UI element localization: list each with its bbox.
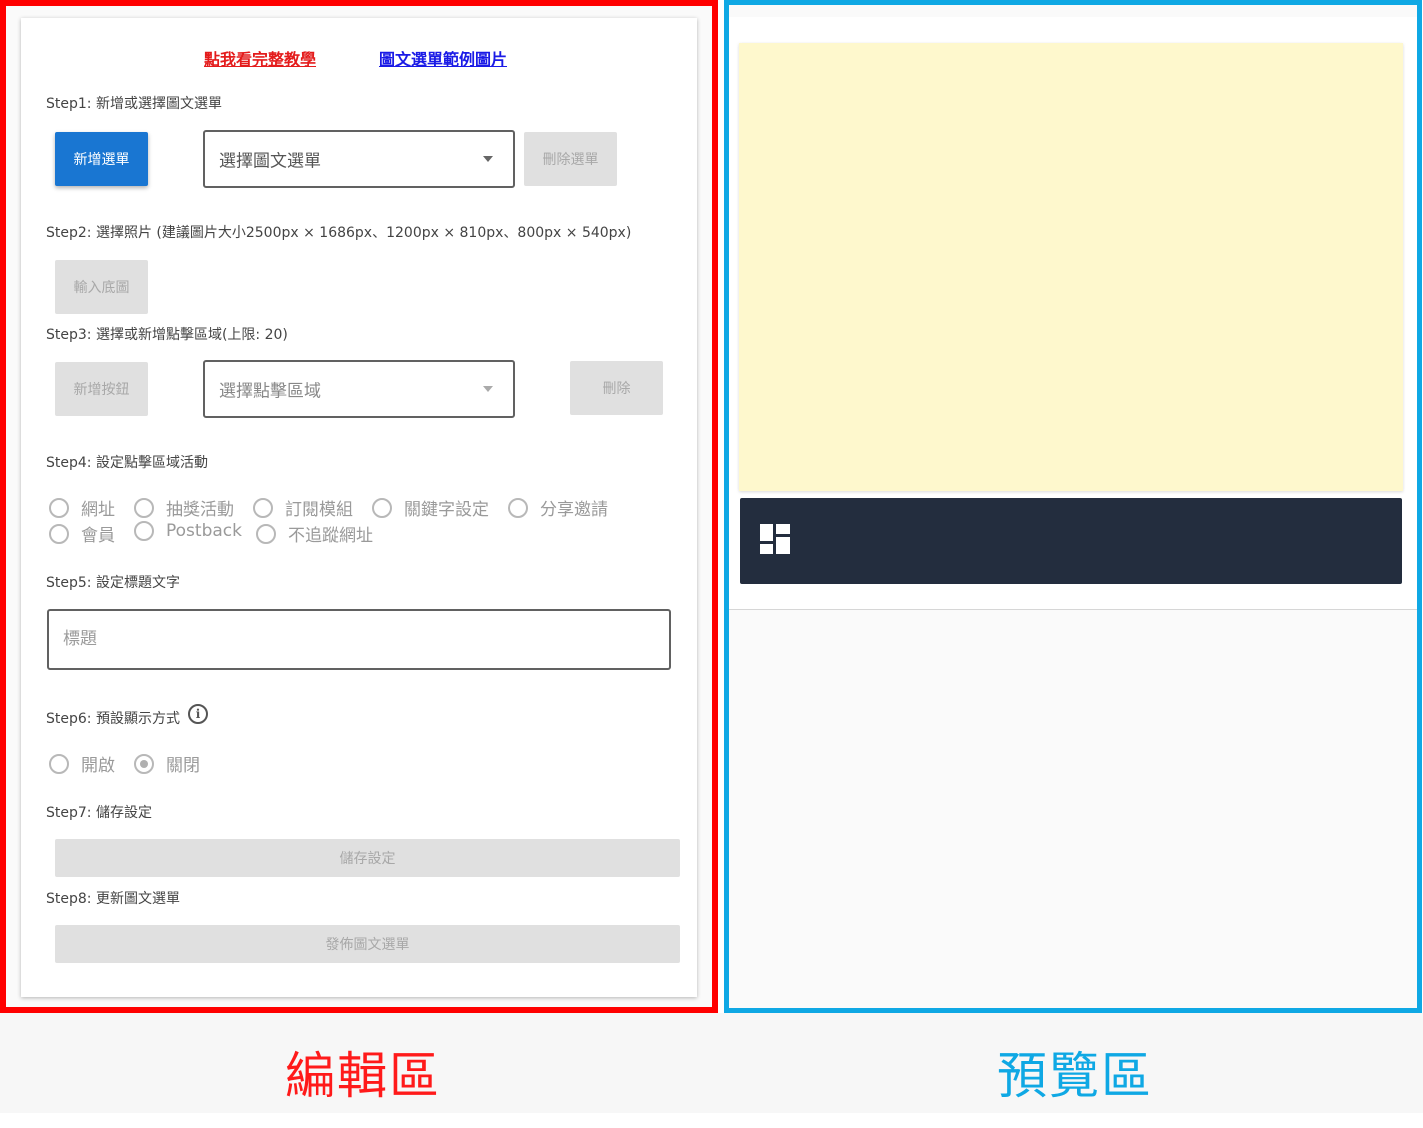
step6-label: Step6: 預設顯示方式: [46, 711, 180, 727]
radio-circle-checked: [134, 753, 154, 774]
example-image-link[interactable]: 圖文選單範例圖片: [379, 46, 507, 70]
caption-strip: [0, 1013, 1423, 1113]
preview-panel: [729, 17, 1417, 610]
radio-circle: [49, 523, 69, 544]
radio-label: 開啟: [81, 756, 115, 776]
title-field[interactable]: [47, 609, 671, 670]
radio-label: 訂閱模組: [285, 500, 353, 520]
rich-menu-select-value: 選擇圖文選單: [219, 151, 321, 172]
radio-circle: [49, 497, 69, 518]
rich-menu-select[interactable]: 選擇圖文選單: [203, 130, 515, 188]
radio-label: 關閉: [166, 756, 200, 776]
preview-area-frame: [724, 0, 1422, 1013]
radio-circle: [49, 753, 69, 774]
save-settings-button[interactable]: 儲存設定: [55, 839, 680, 877]
tutorial-link[interactable]: 點我看完整教學: [204, 46, 316, 70]
click-area-select[interactable]: 選擇點擊區域: [203, 360, 515, 418]
upload-background-button[interactable]: 輸入底圖: [55, 260, 148, 314]
radio-label: 會員: [81, 526, 115, 546]
delete-menu-button[interactable]: 刪除選單: [524, 132, 617, 186]
click-area-select-value: 選擇點擊區域: [219, 381, 321, 402]
radio-label: 網址: [81, 500, 115, 520]
radio-label: 不追蹤網址: [288, 526, 373, 546]
title-input[interactable]: [63, 611, 653, 667]
radio-circle: [253, 497, 273, 518]
radio-display-open[interactable]: 開啟: [49, 751, 115, 776]
editor-caption: 編輯區: [285, 1047, 441, 1105]
info-icon[interactable]: i: [188, 704, 208, 724]
step5-label: Step5: 設定標題文字: [46, 575, 180, 591]
radio-label: Postback: [166, 521, 242, 541]
radio-keyword[interactable]: 關鍵字設定: [372, 495, 489, 520]
radio-share-invite[interactable]: 分享邀請: [508, 495, 608, 520]
step2-label: Step2: 選擇照片 (建議圖片大小2500px × 1686px、1200p…: [46, 225, 632, 241]
step4-label: Step4: 設定點擊區域活動: [46, 455, 208, 471]
preview-caption: 預覽區: [997, 1047, 1153, 1105]
editor-card: 點我看完整教學 圖文選單範例圖片 Step1: 新增或選擇圖文選單 新增選單 選…: [21, 18, 697, 997]
radio-subscription[interactable]: 訂閱模組: [253, 495, 353, 520]
publish-menu-button[interactable]: 發佈圖文選單: [55, 925, 680, 963]
rich-menu-image-preview: [739, 43, 1403, 491]
step1-label: Step1: 新增或選擇圖文選單: [46, 96, 222, 112]
step3-label: Step3: 選擇或新增點擊區域(上限: 20): [46, 327, 288, 343]
radio-member[interactable]: 會員: [49, 521, 115, 546]
chat-menu-bar: [740, 498, 1402, 584]
radio-circle: [134, 497, 154, 518]
chevron-down-icon: [483, 156, 493, 162]
chevron-down-icon: [483, 386, 493, 392]
radio-circle: [508, 497, 528, 518]
radio-display-close[interactable]: 關閉: [134, 751, 200, 776]
radio-circle: [256, 523, 276, 544]
delete-area-button[interactable]: 刪除: [570, 361, 663, 415]
add-menu-button[interactable]: 新增選單: [55, 132, 148, 186]
radio-circle: [372, 497, 392, 518]
radio-lottery[interactable]: 抽獎活動: [134, 495, 234, 520]
editor-area-frame: 點我看完整教學 圖文選單範例圖片 Step1: 新增或選擇圖文選單 新增選單 選…: [0, 0, 718, 1013]
add-area-button[interactable]: 新增按鈕: [55, 362, 148, 416]
step7-label: Step7: 儲存設定: [46, 805, 152, 821]
radio-label: 抽獎活動: [166, 500, 234, 520]
radio-label: 分享邀請: [540, 500, 608, 520]
radio-postback[interactable]: Postback: [134, 521, 242, 541]
radio-url[interactable]: 網址: [49, 495, 115, 520]
radio-label: 關鍵字設定: [404, 500, 489, 520]
dashboard-icon[interactable]: [760, 524, 790, 554]
radio-untracked-url[interactable]: 不追蹤網址: [256, 521, 373, 546]
step8-label: Step8: 更新圖文選單: [46, 891, 180, 907]
radio-circle: [134, 521, 154, 541]
